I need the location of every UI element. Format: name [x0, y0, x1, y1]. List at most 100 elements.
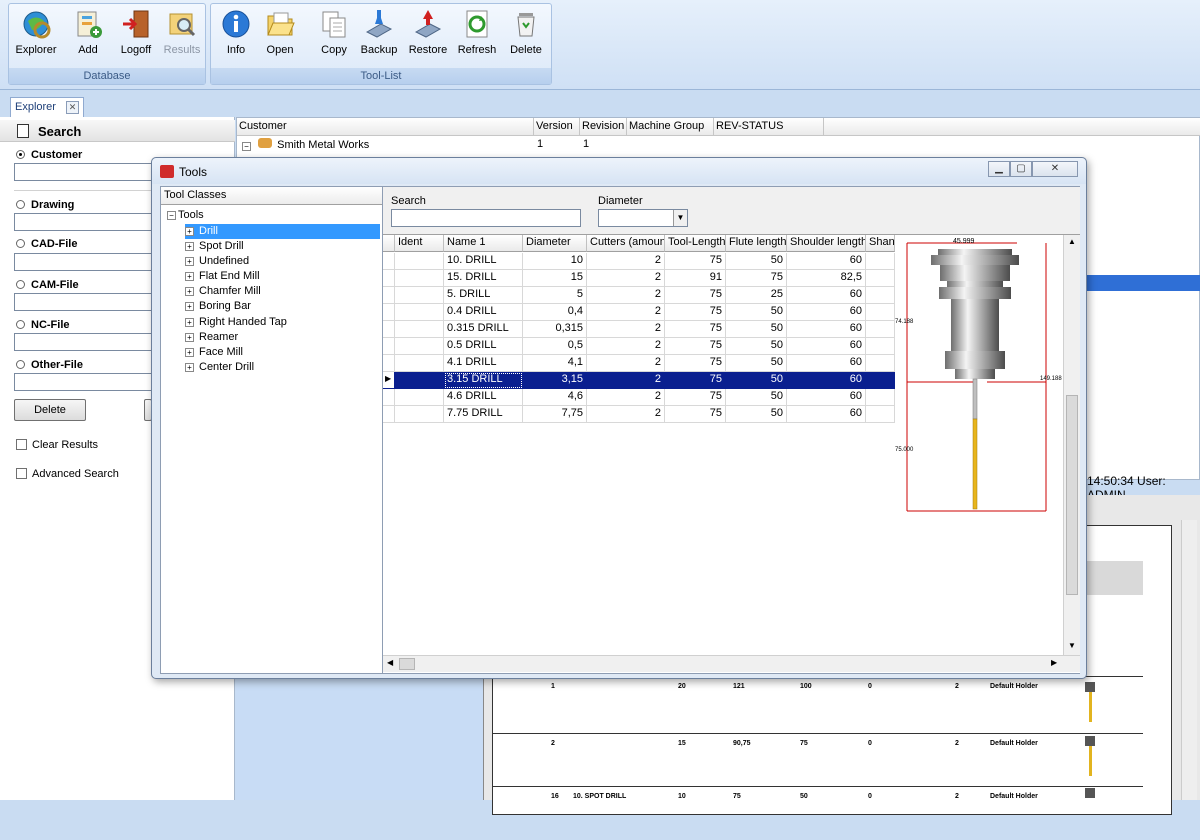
radio-drawing[interactable]: Drawing	[16, 199, 74, 211]
expand-icon[interactable]: +	[185, 242, 194, 251]
copy-button[interactable]: Copy	[311, 8, 357, 64]
column-header-shoulder-length[interactable]: Shoulder length	[787, 235, 866, 252]
tree-root-tools[interactable]: − Tools	[167, 209, 204, 221]
chevron-left-icon[interactable]: ◀	[387, 658, 393, 667]
close-button[interactable]: ✕	[1032, 161, 1078, 177]
tree-item-boring-bar[interactable]: + Boring Bar	[185, 299, 251, 314]
dialog-titlebar[interactable]: Tools ▁ ▢ ✕	[152, 158, 1086, 184]
table-row[interactable]: 0.5 DRILL 0,5 2 75 50 60	[383, 338, 895, 355]
radio-cad-file[interactable]: CAD-File	[16, 238, 77, 250]
column-header-diameter[interactable]: Diameter	[523, 235, 587, 252]
table-row[interactable]: 0.4 DRILL 0,4 2 75 50 60	[383, 304, 895, 321]
scroll-thumb[interactable]	[1066, 395, 1078, 595]
table-row[interactable]: 5. DRILL 5 2 75 25 60	[383, 287, 895, 304]
chevron-right-icon[interactable]: ▶	[1051, 658, 1057, 667]
table-row[interactable]: 15. DRILL 15 2 91 75 82,5	[383, 270, 895, 287]
column-header-name[interactable]: Name 1	[444, 235, 523, 252]
table-row[interactable]: − Smith Metal Works	[239, 137, 529, 153]
collapse-icon[interactable]: −	[167, 211, 176, 220]
radio-nc-file[interactable]: NC-File	[16, 319, 70, 331]
drawing-field[interactable]	[14, 213, 164, 231]
expand-icon[interactable]: +	[185, 318, 194, 327]
row-indicator[interactable]	[383, 406, 395, 423]
collapse-icon[interactable]: −	[242, 142, 251, 151]
table-row[interactable]: 4.6 DRILL 4,6 2 75 50 60	[383, 389, 895, 406]
table-row[interactable]: ▶ 3.15 DRILL 3,15 2 75 50 60	[383, 372, 895, 389]
preview-scrollbar[interactable]: ▲ ▼	[1063, 235, 1080, 655]
minimize-button[interactable]: ▁	[988, 161, 1010, 177]
info-button[interactable]: Info	[213, 8, 259, 64]
table-row[interactable]: 4.1 DRILL 4,1 2 75 50 60	[383, 355, 895, 372]
column-header-revision[interactable]: Revision	[580, 118, 627, 136]
expand-icon[interactable]: +	[185, 287, 194, 296]
table-row[interactable]: 7.75 DRILL 7,75 2 75 50 60	[383, 406, 895, 423]
row-indicator[interactable]	[383, 253, 395, 270]
diameter-select[interactable]: ▼	[598, 209, 688, 227]
search-delete-button[interactable]: Delete	[14, 399, 86, 421]
tree-item-flat-end-mill[interactable]: + Flat End Mill	[185, 269, 260, 284]
column-header-cutters[interactable]: Cutters (amount)	[587, 235, 665, 252]
chevron-up-icon[interactable]: ▲	[1068, 237, 1076, 246]
row-indicator[interactable]	[383, 321, 395, 338]
expand-icon[interactable]: +	[185, 257, 194, 266]
open-button[interactable]: Open	[257, 8, 303, 64]
restore-button[interactable]: Restore	[405, 8, 451, 64]
row-indicator[interactable]	[383, 270, 395, 287]
delete-button[interactable]: Delete	[503, 8, 549, 64]
close-icon[interactable]: ✕	[66, 101, 79, 114]
clear-results-checkbox[interactable]: Clear Results	[16, 439, 98, 451]
expand-icon[interactable]: +	[185, 363, 194, 372]
scroll-thumb[interactable]	[399, 658, 415, 670]
radio-customer[interactable]: Customer	[16, 149, 82, 161]
tree-item-face-mill[interactable]: + Face Mill	[185, 345, 243, 360]
row-indicator[interactable]	[383, 304, 395, 321]
column-header-rev-status[interactable]: REV-STATUS	[714, 118, 824, 136]
row-indicator[interactable]	[383, 389, 395, 406]
explorer-button[interactable]: Explorer	[13, 8, 59, 64]
column-header-version[interactable]: Version	[534, 118, 580, 136]
column-header-ident[interactable]: Ident	[395, 235, 444, 252]
column-header-customer[interactable]: Customer	[237, 118, 534, 136]
radio-other-file[interactable]: Other-File	[16, 359, 83, 371]
other-file-field[interactable]	[14, 373, 164, 391]
tab-explorer[interactable]: Explorer ✕	[10, 97, 84, 117]
expand-icon[interactable]: +	[185, 272, 194, 281]
column-header-shank[interactable]: Shank	[866, 235, 895, 252]
row-indicator[interactable]	[383, 355, 395, 372]
refresh-button[interactable]: Refresh	[454, 8, 500, 64]
expand-icon[interactable]: +	[185, 302, 194, 311]
add-button[interactable]: Add	[65, 8, 111, 64]
cam-file-field[interactable]	[14, 293, 164, 311]
row-indicator[interactable]	[383, 338, 395, 355]
nc-file-field[interactable]	[14, 333, 164, 351]
chevron-down-icon[interactable]: ▼	[673, 210, 687, 226]
row-indicator[interactable]: ▶	[383, 372, 395, 389]
backup-button[interactable]: Backup	[356, 8, 402, 64]
row-indicator[interactable]	[383, 287, 395, 304]
table-row[interactable]: 10. DRILL 10 2 75 50 60	[383, 253, 895, 270]
tree-item-right-handed-tap[interactable]: + Right Handed Tap	[185, 315, 287, 330]
expand-icon[interactable]: +	[185, 333, 194, 342]
results-button[interactable]: Results	[159, 8, 205, 64]
customer-field[interactable]	[14, 163, 164, 181]
logoff-button[interactable]: Logoff	[113, 8, 159, 64]
grid-horizontal-scrollbar[interactable]: ◀ ▶	[383, 655, 1080, 672]
tree-item-reamer[interactable]: + Reamer	[185, 330, 238, 345]
maximize-button[interactable]: ▢	[1010, 161, 1032, 177]
tool-search-input[interactable]	[391, 209, 581, 227]
expand-icon[interactable]: +	[185, 348, 194, 357]
tree-item-spot-drill[interactable]: + Spot Drill	[185, 239, 244, 254]
column-header-machine-group[interactable]: Machine Group	[627, 118, 714, 136]
tree-item-center-drill[interactable]: + Center Drill	[185, 360, 254, 375]
column-header-flute-length[interactable]: Flute length	[726, 235, 787, 252]
column-header-tool-length[interactable]: Tool-Length	[665, 235, 726, 252]
radio-cam-file[interactable]: CAM-File	[16, 279, 79, 291]
cad-file-field[interactable]	[14, 253, 164, 271]
expand-icon[interactable]: +	[185, 227, 194, 236]
tree-item-chamfer-mill[interactable]: + Chamfer Mill	[185, 284, 261, 299]
tree-item-drill[interactable]: + Drill	[185, 224, 380, 239]
advanced-search-checkbox[interactable]: Advanced Search	[16, 468, 119, 480]
chevron-down-icon[interactable]: ▼	[1068, 641, 1076, 650]
report-scrollbar[interactable]	[1181, 520, 1197, 800]
table-row[interactable]: 0.315 DRILL 0,315 2 75 50 60	[383, 321, 895, 338]
